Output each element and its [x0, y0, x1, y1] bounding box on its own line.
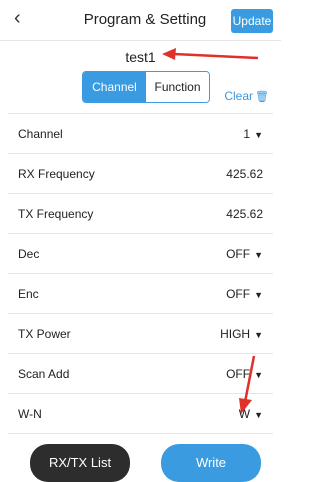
caret-down-icon: ▼	[254, 130, 263, 140]
setting-label: W-N	[18, 407, 42, 421]
caret-down-icon: ▼	[254, 330, 263, 340]
tab-channel[interactable]: Channel	[83, 72, 146, 102]
setting-label: TX Frequency	[18, 207, 94, 221]
setting-value-input[interactable]: 425.62	[226, 167, 263, 181]
setting-value-select[interactable]: OFF ▼	[226, 247, 263, 261]
write-button[interactable]: Write	[161, 444, 261, 482]
setting-value-select[interactable]: OFF ▼	[226, 367, 263, 381]
setting-label: Enc	[18, 287, 39, 301]
setting-row-tx-power[interactable]: TX Power HIGH ▼	[8, 314, 273, 354]
chevron-left-icon[interactable]: ‹	[14, 8, 21, 28]
setting-value-select[interactable]: 1 ▼	[243, 127, 263, 141]
setting-row-rx-frequency[interactable]: RX Frequency 425.62	[8, 154, 273, 194]
caret-down-icon: ▼	[254, 410, 263, 420]
setting-label: Channel	[18, 127, 63, 141]
setting-row-channel[interactable]: Channel 1 ▼	[8, 113, 273, 154]
trash-icon: 🗑	[255, 91, 269, 103]
setting-row-tx-frequency[interactable]: TX Frequency 425.62	[8, 194, 273, 234]
setting-label: RX Frequency	[18, 167, 95, 181]
setting-row-dec[interactable]: Dec OFF ▼	[8, 234, 273, 274]
setting-value-input[interactable]: 425.62	[226, 207, 263, 221]
setting-value-select[interactable]: OFF ▼	[226, 287, 263, 301]
tab-switcher: Channel Function	[82, 71, 210, 103]
caret-down-icon: ▼	[254, 250, 263, 260]
setting-label: Dec	[18, 247, 40, 261]
setting-row-w-n[interactable]: W-N W ▼	[8, 394, 273, 434]
program-name: test1	[125, 49, 156, 65]
tab-function[interactable]: Function	[146, 72, 209, 102]
setting-row-enc[interactable]: Enc OFF ▼	[8, 274, 273, 314]
settings-list: Channel 1 ▼ RX Frequency 425.62 TX Freque…	[8, 113, 273, 434]
clear-button[interactable]: Clear 🗑	[224, 89, 269, 103]
setting-label: Scan Add	[18, 367, 70, 381]
setting-value-select[interactable]: HIGH ▼	[220, 327, 263, 341]
caret-down-icon: ▼	[254, 370, 263, 380]
bottom-actions: RX/TX List Write	[0, 436, 281, 482]
setting-row-scan-add[interactable]: Scan Add OFF ▼	[8, 354, 273, 394]
top-bar: ‹ Program & Setting Update	[0, 0, 281, 41]
rx-tx-list-button[interactable]: RX/TX List	[30, 444, 130, 482]
setting-value-select[interactable]: W ▼	[239, 407, 263, 421]
setting-label: TX Power	[18, 327, 71, 341]
update-button[interactable]: Update	[231, 9, 273, 33]
caret-down-icon: ▼	[254, 290, 263, 300]
clear-label: Clear	[224, 89, 254, 103]
page-title: Program & Setting	[83, 11, 207, 28]
